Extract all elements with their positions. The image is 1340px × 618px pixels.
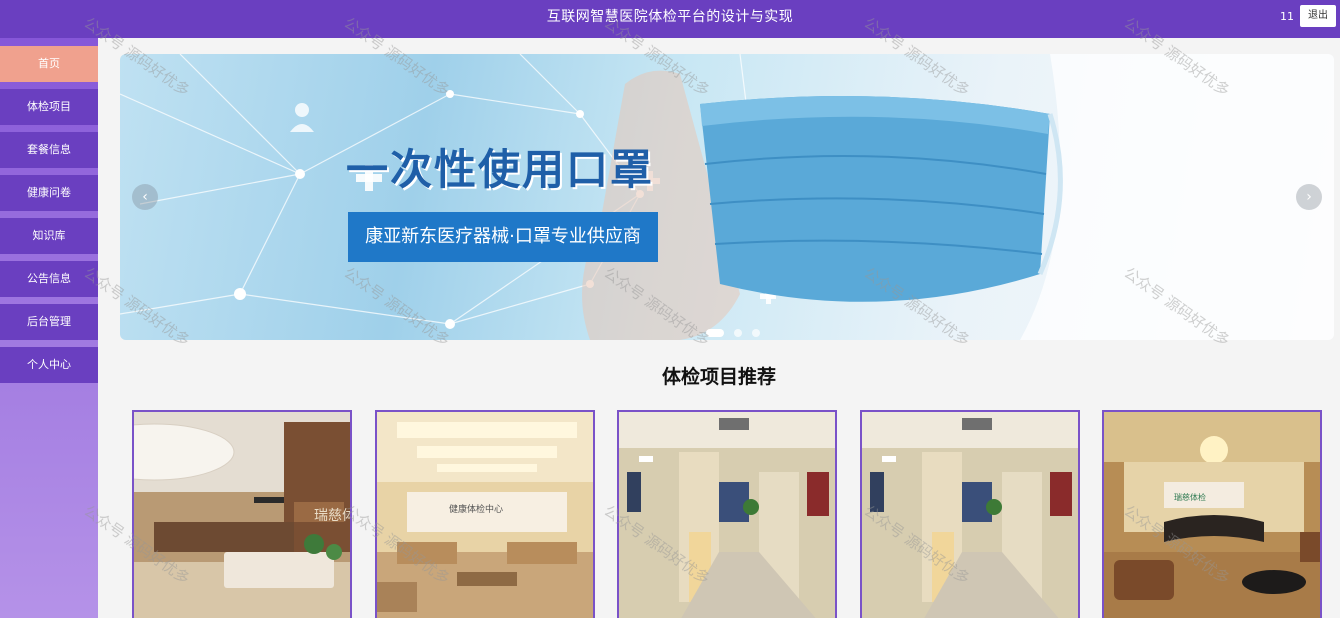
svg-text:瑞慈体检: 瑞慈体检 <box>1174 492 1206 502</box>
health-center-lounge-image: 健康体检中心 <box>377 412 593 618</box>
sidebar-item-home[interactable]: 首页 <box>0 46 98 82</box>
sidebar-item-knowledge-base[interactable]: 知识库 <box>0 218 98 254</box>
sidebar-item-packages[interactable]: 套餐信息 <box>0 132 98 168</box>
carousel-dot-1[interactable] <box>706 329 724 337</box>
username-label: 11 <box>1280 10 1294 23</box>
checkup-item-card[interactable]: 瑞慈体检 <box>1102 410 1322 618</box>
logout-button[interactable]: 退出 <box>1300 5 1336 27</box>
hospital-corridor-image <box>619 412 835 618</box>
reception-lobby-image: 瑞慈体检 <box>1104 412 1320 618</box>
banner-carousel[interactable]: 一次性使用口罩 康亚新东医疗器械·口罩专业供应商 ‹ › <box>120 54 1334 340</box>
sidebar-item-health-survey[interactable]: 健康问卷 <box>0 175 98 211</box>
chevron-left-icon[interactable]: ‹ <box>132 184 158 210</box>
section-title: 体检项目推荐 <box>661 366 776 388</box>
carousel-indicators <box>706 322 765 337</box>
svg-text:瑞慈体检: 瑞慈体检 <box>314 508 352 524</box>
sidebar-item-profile[interactable]: 个人中心 <box>0 347 98 383</box>
checkup-item-card[interactable] <box>860 410 1080 618</box>
banner-subtitle: 康亚新东医疗器械·口罩专业供应商 <box>348 212 658 262</box>
page-title: 互联网智慧医院体检平台的设计与实现 <box>546 9 794 25</box>
sidebar-item-checkup-items[interactable]: 体检项目 <box>0 89 98 125</box>
banner-headline: 一次性使用口罩 <box>346 145 655 194</box>
svg-text:健康体检中心: 健康体检中心 <box>449 503 503 515</box>
sidebar-item-announcements[interactable]: 公告信息 <box>0 261 98 297</box>
sidebar-item-admin[interactable]: 后台管理 <box>0 304 98 340</box>
face-mask-graphic <box>700 96 1063 302</box>
top-header: 互联网智慧医院体检平台的设计与实现 11 退出 <box>0 0 1340 38</box>
hospital-lobby-image: 瑞慈体检 <box>134 412 352 618</box>
checkup-item-card[interactable]: 瑞慈体检 <box>132 410 352 618</box>
checkup-item-card[interactable] <box>617 410 837 618</box>
sidebar: 首页 体检项目 套餐信息 健康问卷 知识库 公告信息 后台管理 个人中心 <box>0 38 98 618</box>
chevron-right-icon[interactable]: › <box>1296 184 1322 210</box>
checkup-item-card[interactable]: 健康体检中心 <box>375 410 595 618</box>
hospital-corridor-image <box>862 412 1078 618</box>
